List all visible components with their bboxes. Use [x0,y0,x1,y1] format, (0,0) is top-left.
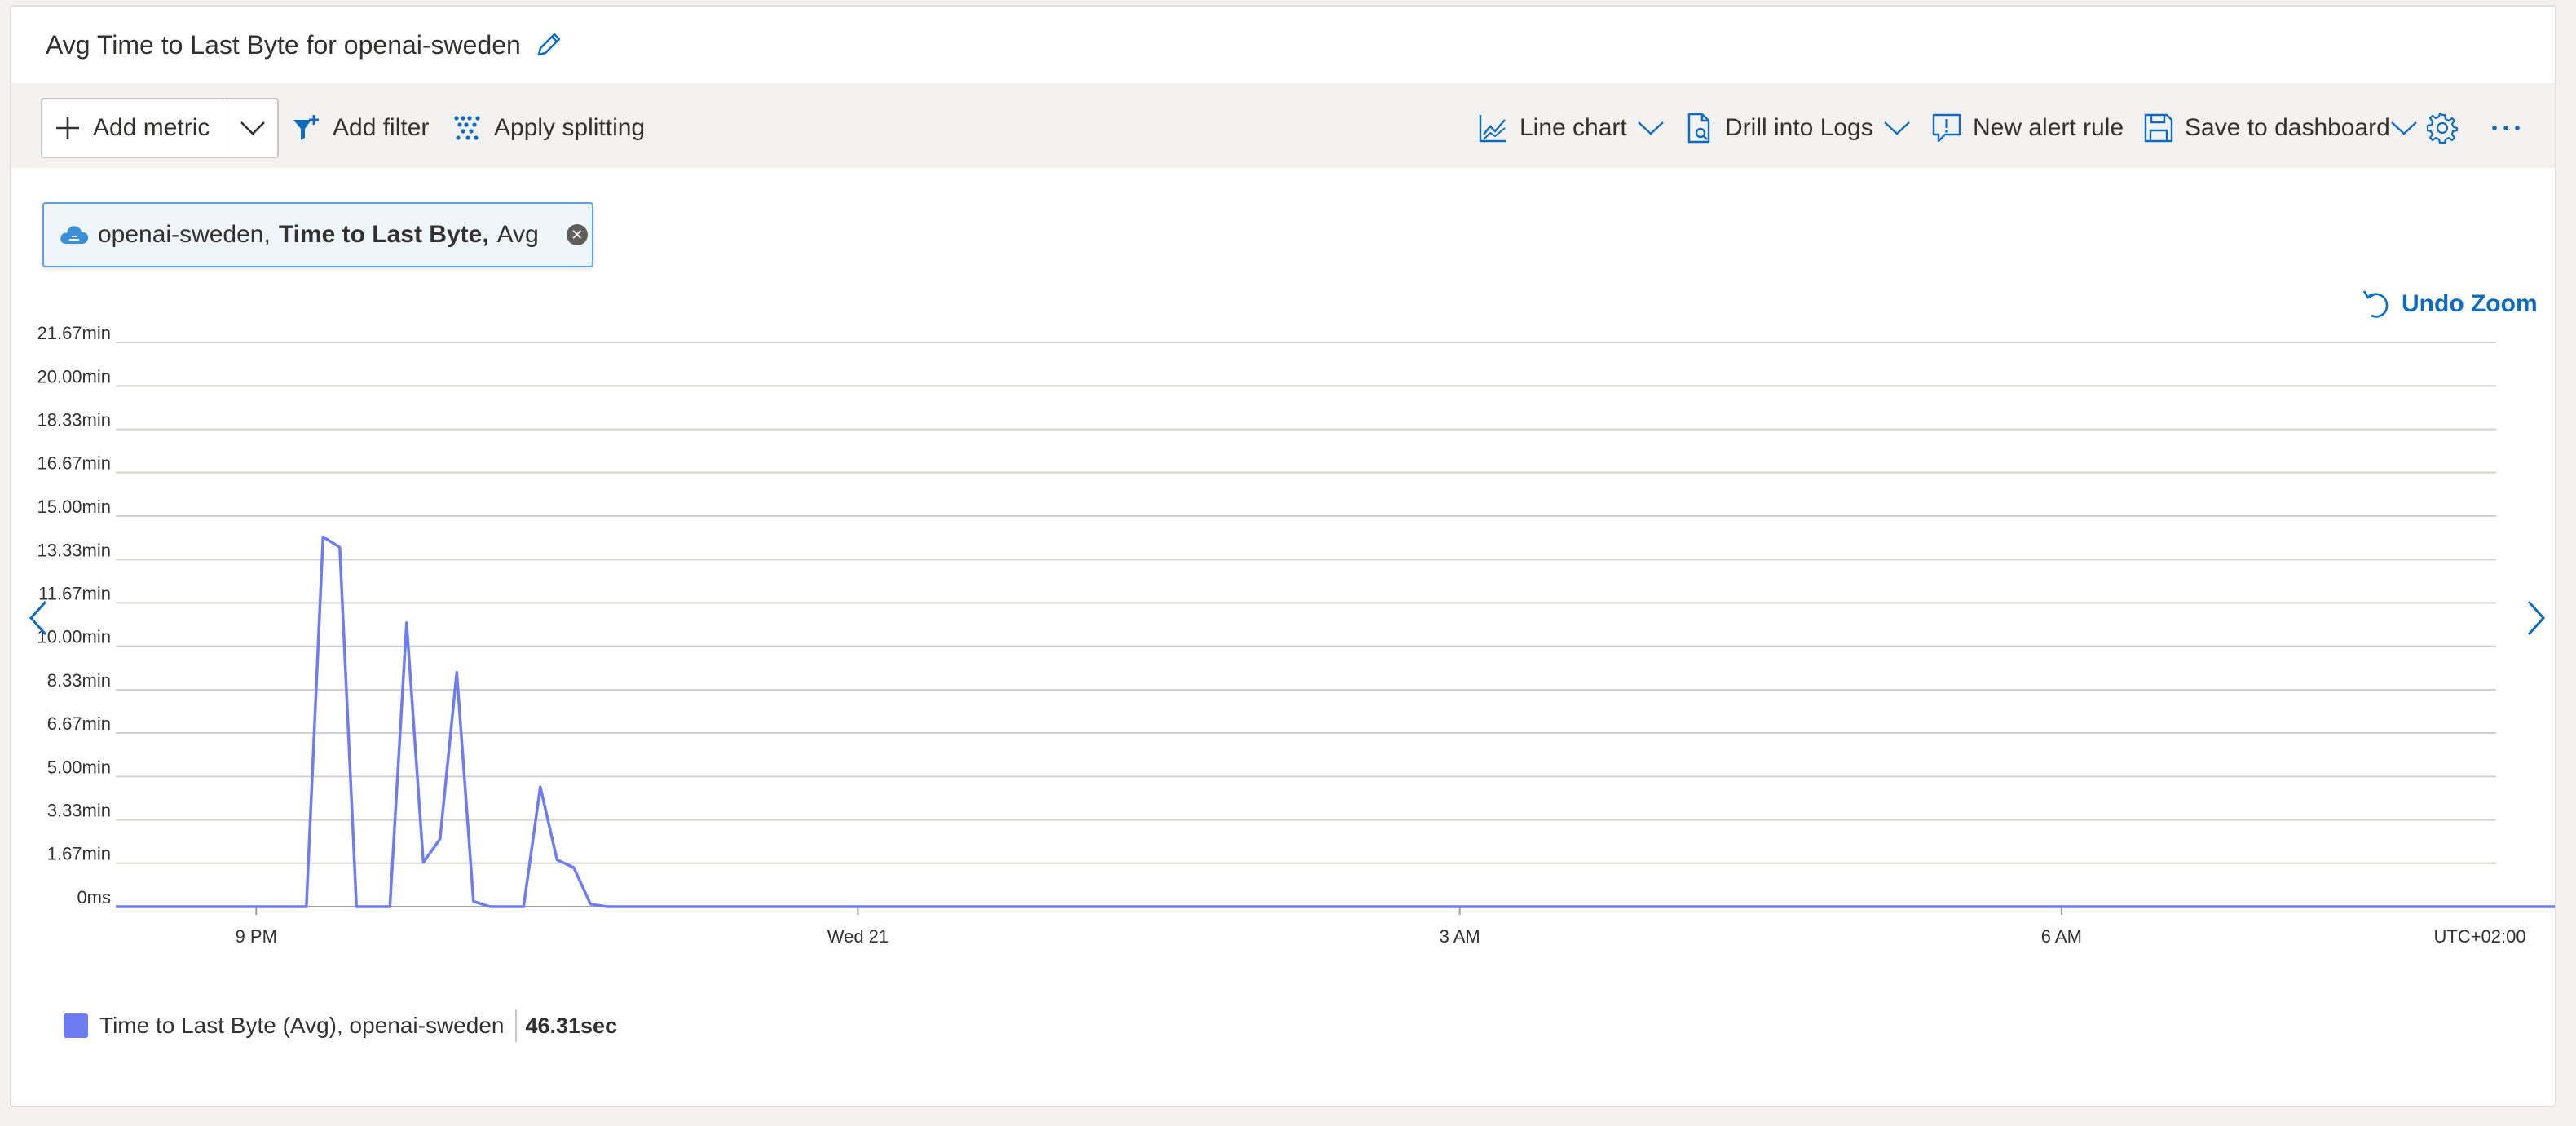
y-tick-label: 11.67min [38,583,111,603]
legend-divider [515,1009,518,1042]
y-tick-label: 6.67min [47,713,111,734]
y-tick-label: 16.67min [37,453,111,474]
chevron-left-icon[interactable] [28,598,49,638]
legend-swatch [64,1013,88,1038]
y-tick-label: 21.67min [37,323,111,343]
y-tick-label: 13.33min [37,540,111,560]
y-tick-label: 20.00min [37,366,111,386]
y-tick-label: 18.33min [37,410,111,431]
y-tick-label: 5.00min [47,757,111,777]
metric-chart-card: Avg Time to Last Byte for openai-sweden … [10,5,2556,1107]
y-tick-label: 1.67min [47,844,111,864]
x-tick-label: 3 AM [1440,926,1480,947]
y-tick-label: 0ms [77,887,111,907]
legend-label: Time to Last Byte (Avg), openai-sweden [99,1013,505,1038]
legend-value: 46.31sec [525,1013,618,1038]
x-tick-label: 9 PM [236,926,277,947]
chart-series [116,535,2555,908]
y-tick-label: 8.33min [47,670,111,691]
chevron-right-icon[interactable] [2525,598,2547,638]
timezone-label: UTC+02:00 [2433,926,2525,947]
series-line[interactable] [116,535,2555,908]
x-axis: 9 PMWed 213 AM6 AM9 AM [236,907,2082,947]
y-tick-label: 3.33min [47,801,111,821]
x-tick-label: 6 AM [2041,926,2082,947]
y-tick-label: 15.00min [37,497,111,517]
x-tick-label: Wed 21 [827,926,889,947]
chart-legend[interactable]: Time to Last Byte (Avg), openai-sweden 4… [64,1003,617,1049]
line-chart: 0ms1.67min3.33min5.00min6.67min8.33min10… [37,323,2555,947]
chart-grid [116,342,2496,907]
